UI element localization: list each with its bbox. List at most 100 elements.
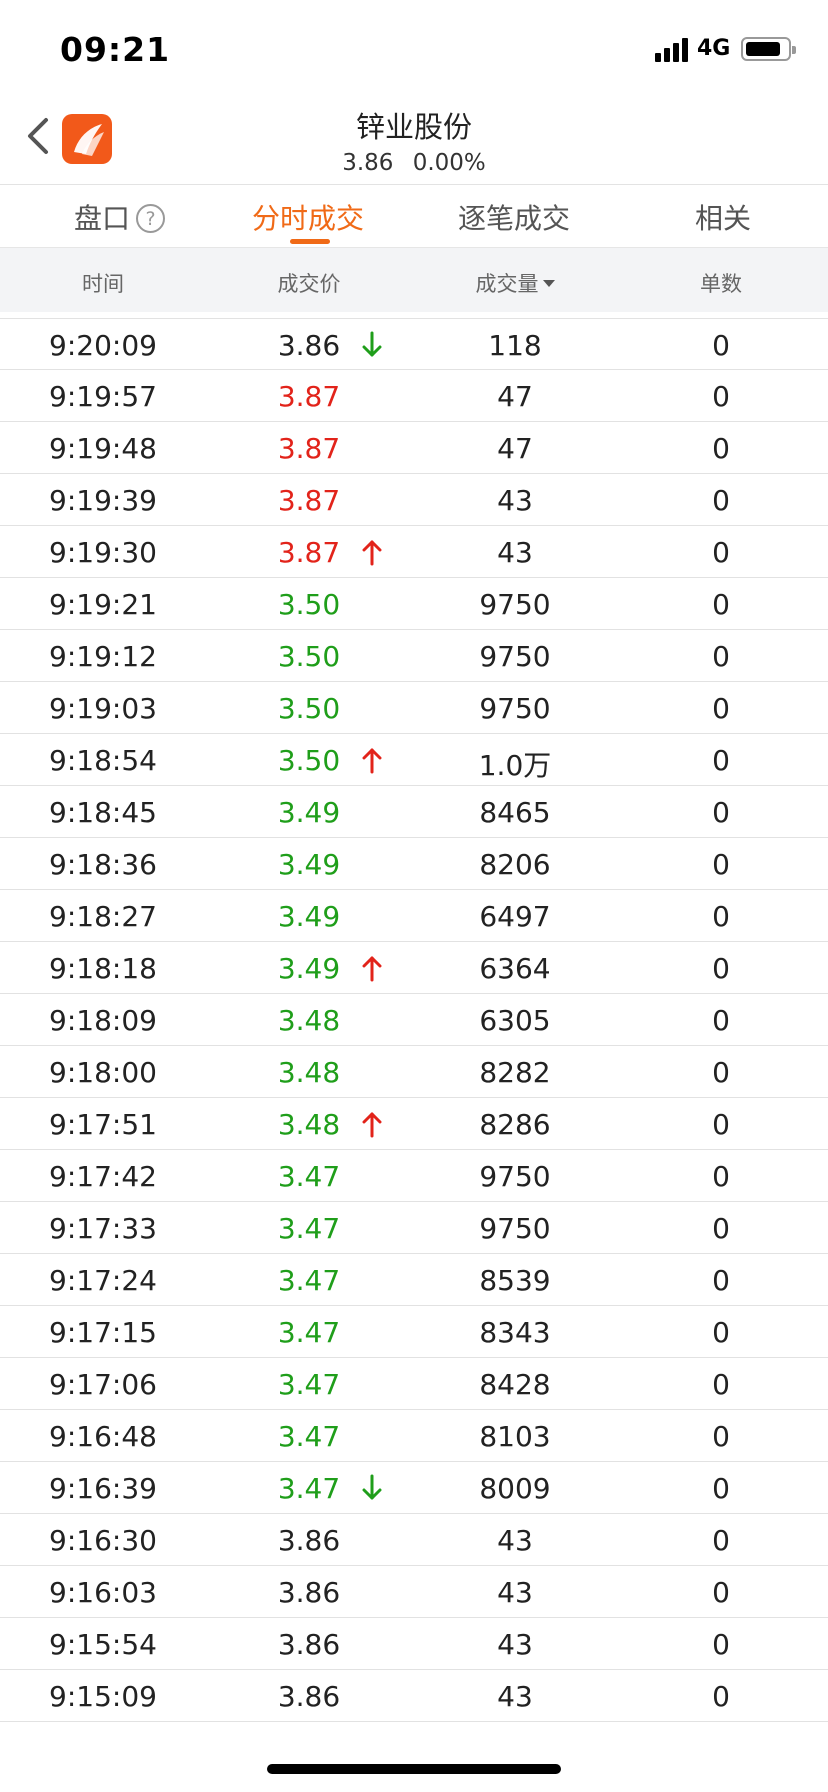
trade-count: 0	[712, 1160, 730, 1193]
trade-count: 0	[712, 1264, 730, 1297]
table-row[interactable]: 9:15:09 3.86 43 0	[0, 1670, 828, 1722]
trade-count: 0	[712, 1004, 730, 1037]
trade-volume: 47	[497, 432, 533, 465]
table-row[interactable]: 9:19:21 3.50 9750 0	[0, 578, 828, 630]
table-row[interactable]: 9:19:57 3.87 47 0	[0, 370, 828, 422]
tab-orderbook[interactable]: 盘口?	[74, 197, 166, 237]
trade-volume: 9750	[479, 1212, 551, 1245]
trade-time: 9:15:54	[49, 1628, 157, 1661]
trade-time: 9:17:42	[49, 1160, 157, 1193]
tab-label: 逐笔成交	[458, 202, 571, 235]
trade-time: 9:18:09	[49, 1004, 157, 1037]
trade-count: 0	[712, 900, 730, 933]
trade-time: 9:20:09	[49, 329, 157, 362]
active-tab-indicator	[290, 239, 330, 244]
table-row[interactable]: 9:16:03 3.86 43 0	[0, 1566, 828, 1618]
trade-count: 0	[712, 1056, 730, 1089]
trade-time: 9:16:48	[49, 1420, 157, 1453]
trade-price: 3.86	[277, 1680, 341, 1713]
table-row[interactable]: 9:19:12 3.50 9750 0	[0, 630, 828, 682]
tab-minute-trades[interactable]: 分时成交	[252, 197, 364, 237]
column-header-volume[interactable]: 成交量	[412, 268, 618, 298]
help-icon[interactable]: ?	[136, 204, 166, 233]
trade-time: 9:17:33	[49, 1212, 157, 1245]
table-row[interactable]: 9:17:51 3.48 8286 0	[0, 1098, 828, 1150]
table-row[interactable]: 9:19:39 3.87 43 0	[0, 474, 828, 526]
table-row[interactable]: 9:19:48 3.87 47 0	[0, 422, 828, 474]
trade-count: 0	[712, 1108, 730, 1141]
table-row[interactable]: 9:18:45 3.49 8465 0	[0, 786, 828, 838]
trade-price: 3.49	[277, 900, 341, 933]
stock-name: 锌业股份	[355, 110, 472, 144]
column-header-count: 单数	[700, 272, 742, 296]
trade-price: 3.50	[277, 692, 341, 725]
trade-time: 9:18:00	[49, 1056, 157, 1089]
trade-list[interactable]: 9:20:09 3.86 118 0 9:19:57 3.87 47 0 9:19:48 3.87…	[0, 318, 828, 1722]
table-row[interactable]: 9:19:03 3.50 9750 0	[0, 682, 828, 734]
tab-tick-trades[interactable]: 逐笔成交	[458, 197, 570, 237]
trade-time: 9:16:39	[49, 1472, 157, 1505]
table-row[interactable]: 9:18:09 3.48 6305 0	[0, 994, 828, 1046]
trade-time: 9:18:54	[49, 744, 157, 777]
trade-count: 0	[712, 796, 730, 829]
trade-price: 3.49	[277, 848, 341, 881]
trade-price: 3.50	[277, 588, 341, 621]
table-row[interactable]: 9:18:54 3.50 1.0万 0	[0, 734, 828, 786]
tab-related[interactable]: 相关	[695, 197, 751, 237]
status-bar: 09:21 4G	[0, 0, 828, 100]
table-row[interactable]: 9:16:39 3.47 8009 0	[0, 1462, 828, 1514]
trade-time: 9:16:30	[49, 1524, 157, 1557]
trade-volume: 9750	[479, 692, 551, 725]
table-row[interactable]: 9:19:30 3.87 43 0	[0, 526, 828, 578]
trade-volume: 118	[488, 329, 542, 362]
trade-volume: 8428	[479, 1368, 551, 1401]
trade-volume: 9750	[479, 640, 551, 673]
table-row[interactable]: 9:18:36 3.49 8206 0	[0, 838, 828, 890]
stock-price: 3.86	[342, 150, 394, 176]
trade-time: 9:15:09	[49, 1680, 157, 1713]
trade-price: 3.47	[277, 1264, 341, 1297]
trade-time: 9:16:03	[49, 1576, 157, 1609]
table-row[interactable]: 9:18:27 3.49 6497 0	[0, 890, 828, 942]
trade-price: 3.47	[277, 1368, 341, 1401]
trade-price: 3.47	[277, 1420, 341, 1453]
table-row[interactable]: 9:17:33 3.47 9750 0	[0, 1202, 828, 1254]
trade-price: 3.47	[277, 1212, 341, 1245]
trade-count: 0	[712, 536, 730, 569]
tab-label: 相关	[695, 202, 752, 235]
network-type: 4G	[697, 36, 731, 61]
trade-time: 9:18:45	[49, 796, 157, 829]
trade-time: 9:17:15	[49, 1316, 157, 1349]
trade-price: 3.49	[277, 796, 341, 829]
table-row[interactable]: 9:18:18 3.49 6364 0	[0, 942, 828, 994]
table-row[interactable]: 9:17:06 3.47 8428 0	[0, 1358, 828, 1410]
trade-count: 0	[712, 432, 730, 465]
arrow-up-icon	[362, 748, 382, 774]
column-header-price: 成交价	[277, 272, 341, 296]
tab-label: 分时成交	[252, 202, 365, 235]
home-indicator[interactable]	[267, 1764, 561, 1774]
table-row[interactable]: 9:16:30 3.86 43 0	[0, 1514, 828, 1566]
table-row[interactable]: 9:16:48 3.47 8103 0	[0, 1410, 828, 1462]
trade-volume: 8465	[479, 796, 551, 829]
table-row[interactable]: 9:18:00 3.48 8282 0	[0, 1046, 828, 1098]
trade-volume: 8206	[479, 848, 551, 881]
table-header: 时间 成交价 成交量 单数	[0, 247, 828, 312]
trade-time: 9:19:03	[49, 692, 157, 725]
trade-time: 9:17:24	[49, 1264, 157, 1297]
table-row[interactable]: 9:17:42 3.47 9750 0	[0, 1150, 828, 1202]
trade-count: 0	[712, 484, 730, 517]
table-row[interactable]: 9:20:09 3.86 118 0	[0, 318, 828, 370]
trade-price: 3.87	[277, 380, 341, 413]
signal-icon	[655, 38, 689, 62]
trade-time: 9:19:12	[49, 640, 157, 673]
trade-price: 3.48	[277, 1004, 341, 1037]
trade-volume: 8009	[479, 1472, 551, 1505]
table-row[interactable]: 9:17:15 3.47 8343 0	[0, 1306, 828, 1358]
trade-volume: 43	[497, 1524, 533, 1557]
table-row[interactable]: 9:15:54 3.86 43 0	[0, 1618, 828, 1670]
table-row[interactable]: 9:17:24 3.47 8539 0	[0, 1254, 828, 1306]
trade-volume: 8539	[479, 1264, 551, 1297]
trade-volume: 8286	[479, 1108, 551, 1141]
trade-volume: 43	[497, 1576, 533, 1609]
